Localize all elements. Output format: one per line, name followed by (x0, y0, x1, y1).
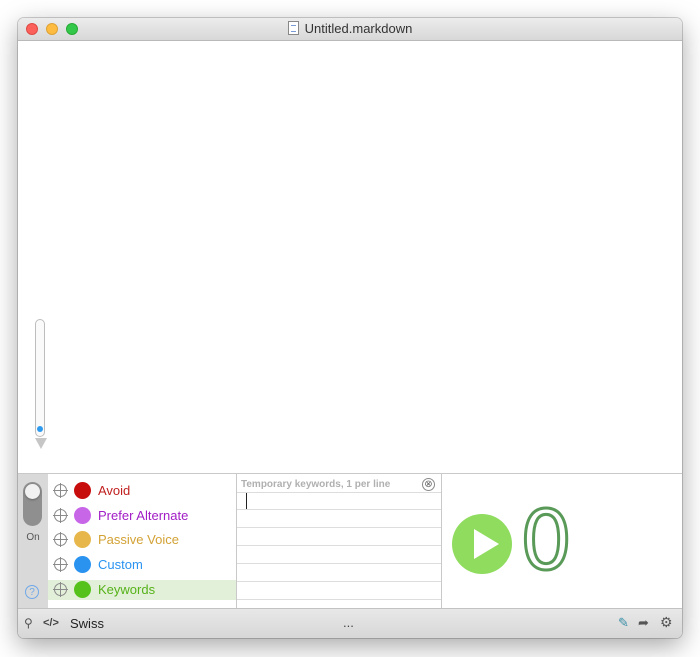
category-label: Prefer Alternate (98, 508, 189, 523)
app-window: Untitled.markdown On ? Avoid Prefer Alte… (18, 18, 682, 638)
window-title-text: Untitled.markdown (304, 21, 413, 36)
color-dot[interactable] (74, 482, 91, 499)
color-dot[interactable] (74, 581, 91, 598)
category-keywords[interactable]: Keywords (48, 580, 236, 600)
highlight-panel: On ? Avoid Prefer Alternate Passive Voic… (18, 473, 682, 608)
match-count: 0 (518, 493, 573, 591)
toggle-label: On (26, 532, 40, 543)
color-dot[interactable] (74, 507, 91, 524)
target-icon[interactable] (53, 582, 68, 597)
vertical-scroller[interactable] (35, 319, 45, 437)
color-dot[interactable] (74, 531, 91, 548)
target-icon[interactable] (53, 557, 68, 572)
highlight-toggle[interactable] (23, 482, 42, 526)
scroll-down-arrow-icon[interactable] (35, 438, 47, 449)
share-icon[interactable]: ➦ (638, 615, 649, 631)
highlighter-icon[interactable]: ✎ (618, 615, 629, 631)
play-button[interactable] (452, 514, 512, 574)
keyword-line-divider (237, 527, 441, 528)
keywords-field[interactable]: Temporary keywords, 1 per line ⊗ (237, 474, 442, 608)
style-name[interactable]: Swiss (70, 616, 104, 631)
category-custom[interactable]: Custom (48, 555, 236, 575)
keyword-line-divider (237, 563, 441, 564)
text-caret (246, 493, 247, 509)
toggle-knob[interactable] (25, 484, 40, 499)
category-list: Avoid Prefer Alternate Passive Voice Cus… (48, 474, 237, 608)
pin-icon[interactable]: ⚲ (24, 616, 33, 630)
help-icon[interactable]: ? (25, 585, 39, 599)
color-dot[interactable] (74, 556, 91, 573)
keywords-placeholder: Temporary keywords, 1 per line (241, 479, 391, 490)
target-icon[interactable] (53, 483, 68, 498)
category-label: Custom (98, 557, 143, 572)
category-passive-voice[interactable]: Passive Voice (48, 530, 236, 550)
keyword-line-divider (237, 509, 441, 510)
target-icon[interactable] (53, 532, 68, 547)
play-icon (474, 529, 499, 559)
bottom-toolbar: ⚲ </> Swiss ... ✎ ➦ ⚙ (18, 608, 682, 638)
code-icon[interactable]: </> (43, 617, 59, 629)
gear-icon[interactable]: ⚙ (660, 614, 673, 631)
keyword-line-divider (237, 545, 441, 546)
document-icon (287, 21, 299, 35)
title-bar: Untitled.markdown (18, 18, 682, 41)
category-label: Avoid (98, 483, 131, 498)
editor-area[interactable] (18, 41, 682, 473)
more-button[interactable]: ... (343, 615, 354, 630)
category-prefer-alternate[interactable]: Prefer Alternate (48, 506, 236, 526)
target-icon[interactable] (53, 508, 68, 523)
keyword-line-divider (237, 492, 441, 493)
keyword-line-divider (237, 599, 441, 600)
clear-keywords-icon[interactable]: ⊗ (422, 478, 435, 491)
category-label: Passive Voice (98, 532, 179, 547)
scroller-knob[interactable] (37, 426, 43, 432)
category-label: Keywords (98, 582, 156, 597)
window-title: Untitled.markdown (18, 21, 682, 36)
toggle-column: On ? (18, 474, 48, 608)
keyword-line-divider (237, 581, 441, 582)
category-avoid[interactable]: Avoid (48, 481, 236, 501)
